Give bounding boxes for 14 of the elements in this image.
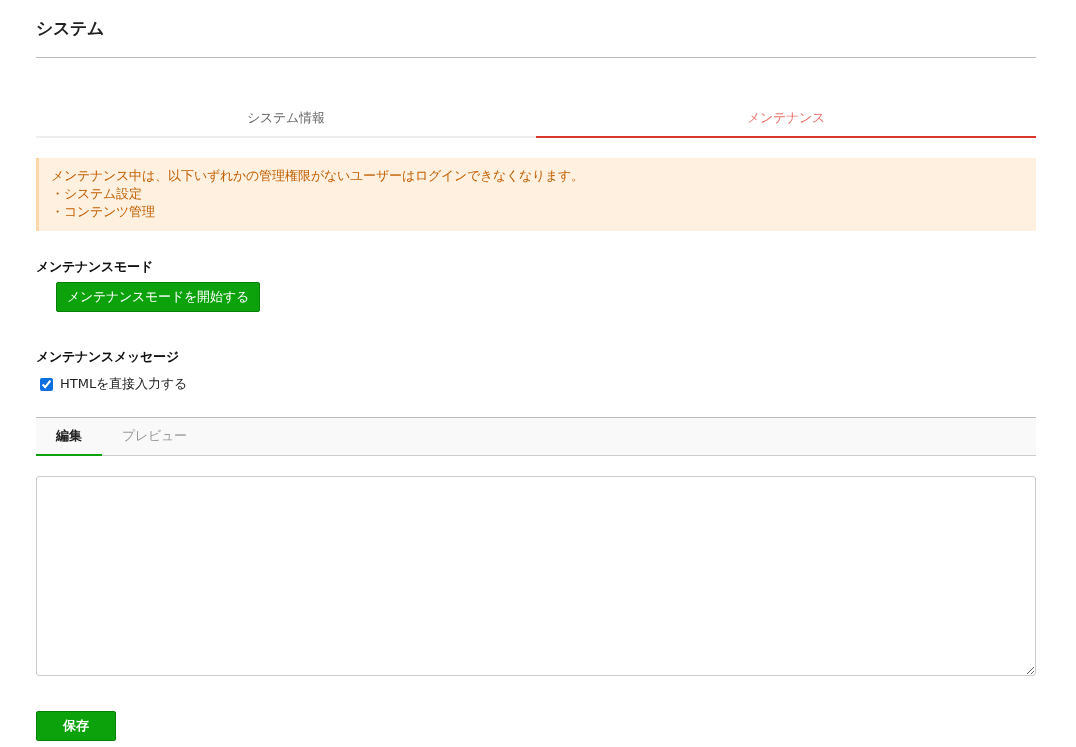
editor-tab[interactable]: プレビュー bbox=[102, 418, 207, 456]
tab[interactable]: システム情報 bbox=[36, 100, 536, 138]
notice-list-item: ・システム設定 bbox=[51, 185, 143, 203]
start-maintenance-button[interactable]: メンテナンスモードを開始する bbox=[56, 282, 260, 312]
page-title: システム bbox=[36, 0, 1036, 58]
checkbox[interactable] bbox=[40, 377, 53, 391]
section-label: メンテナンスメッセージ bbox=[36, 348, 180, 366]
notice-list-item: ・コンテンツ管理 bbox=[51, 203, 156, 221]
section-label: メンテナンスモード bbox=[36, 258, 154, 276]
tab[interactable]: メンテナンス bbox=[536, 100, 1036, 138]
save-button[interactable]: 保存 bbox=[36, 711, 116, 741]
notice-text: メンテナンス中は、以下いずれかの管理権限がないユーザーはログインできなくなります。 bbox=[51, 167, 585, 185]
checkbox-label: HTMLを直接入力する bbox=[60, 375, 188, 393]
editor-tab[interactable]: 編集 bbox=[36, 418, 102, 456]
